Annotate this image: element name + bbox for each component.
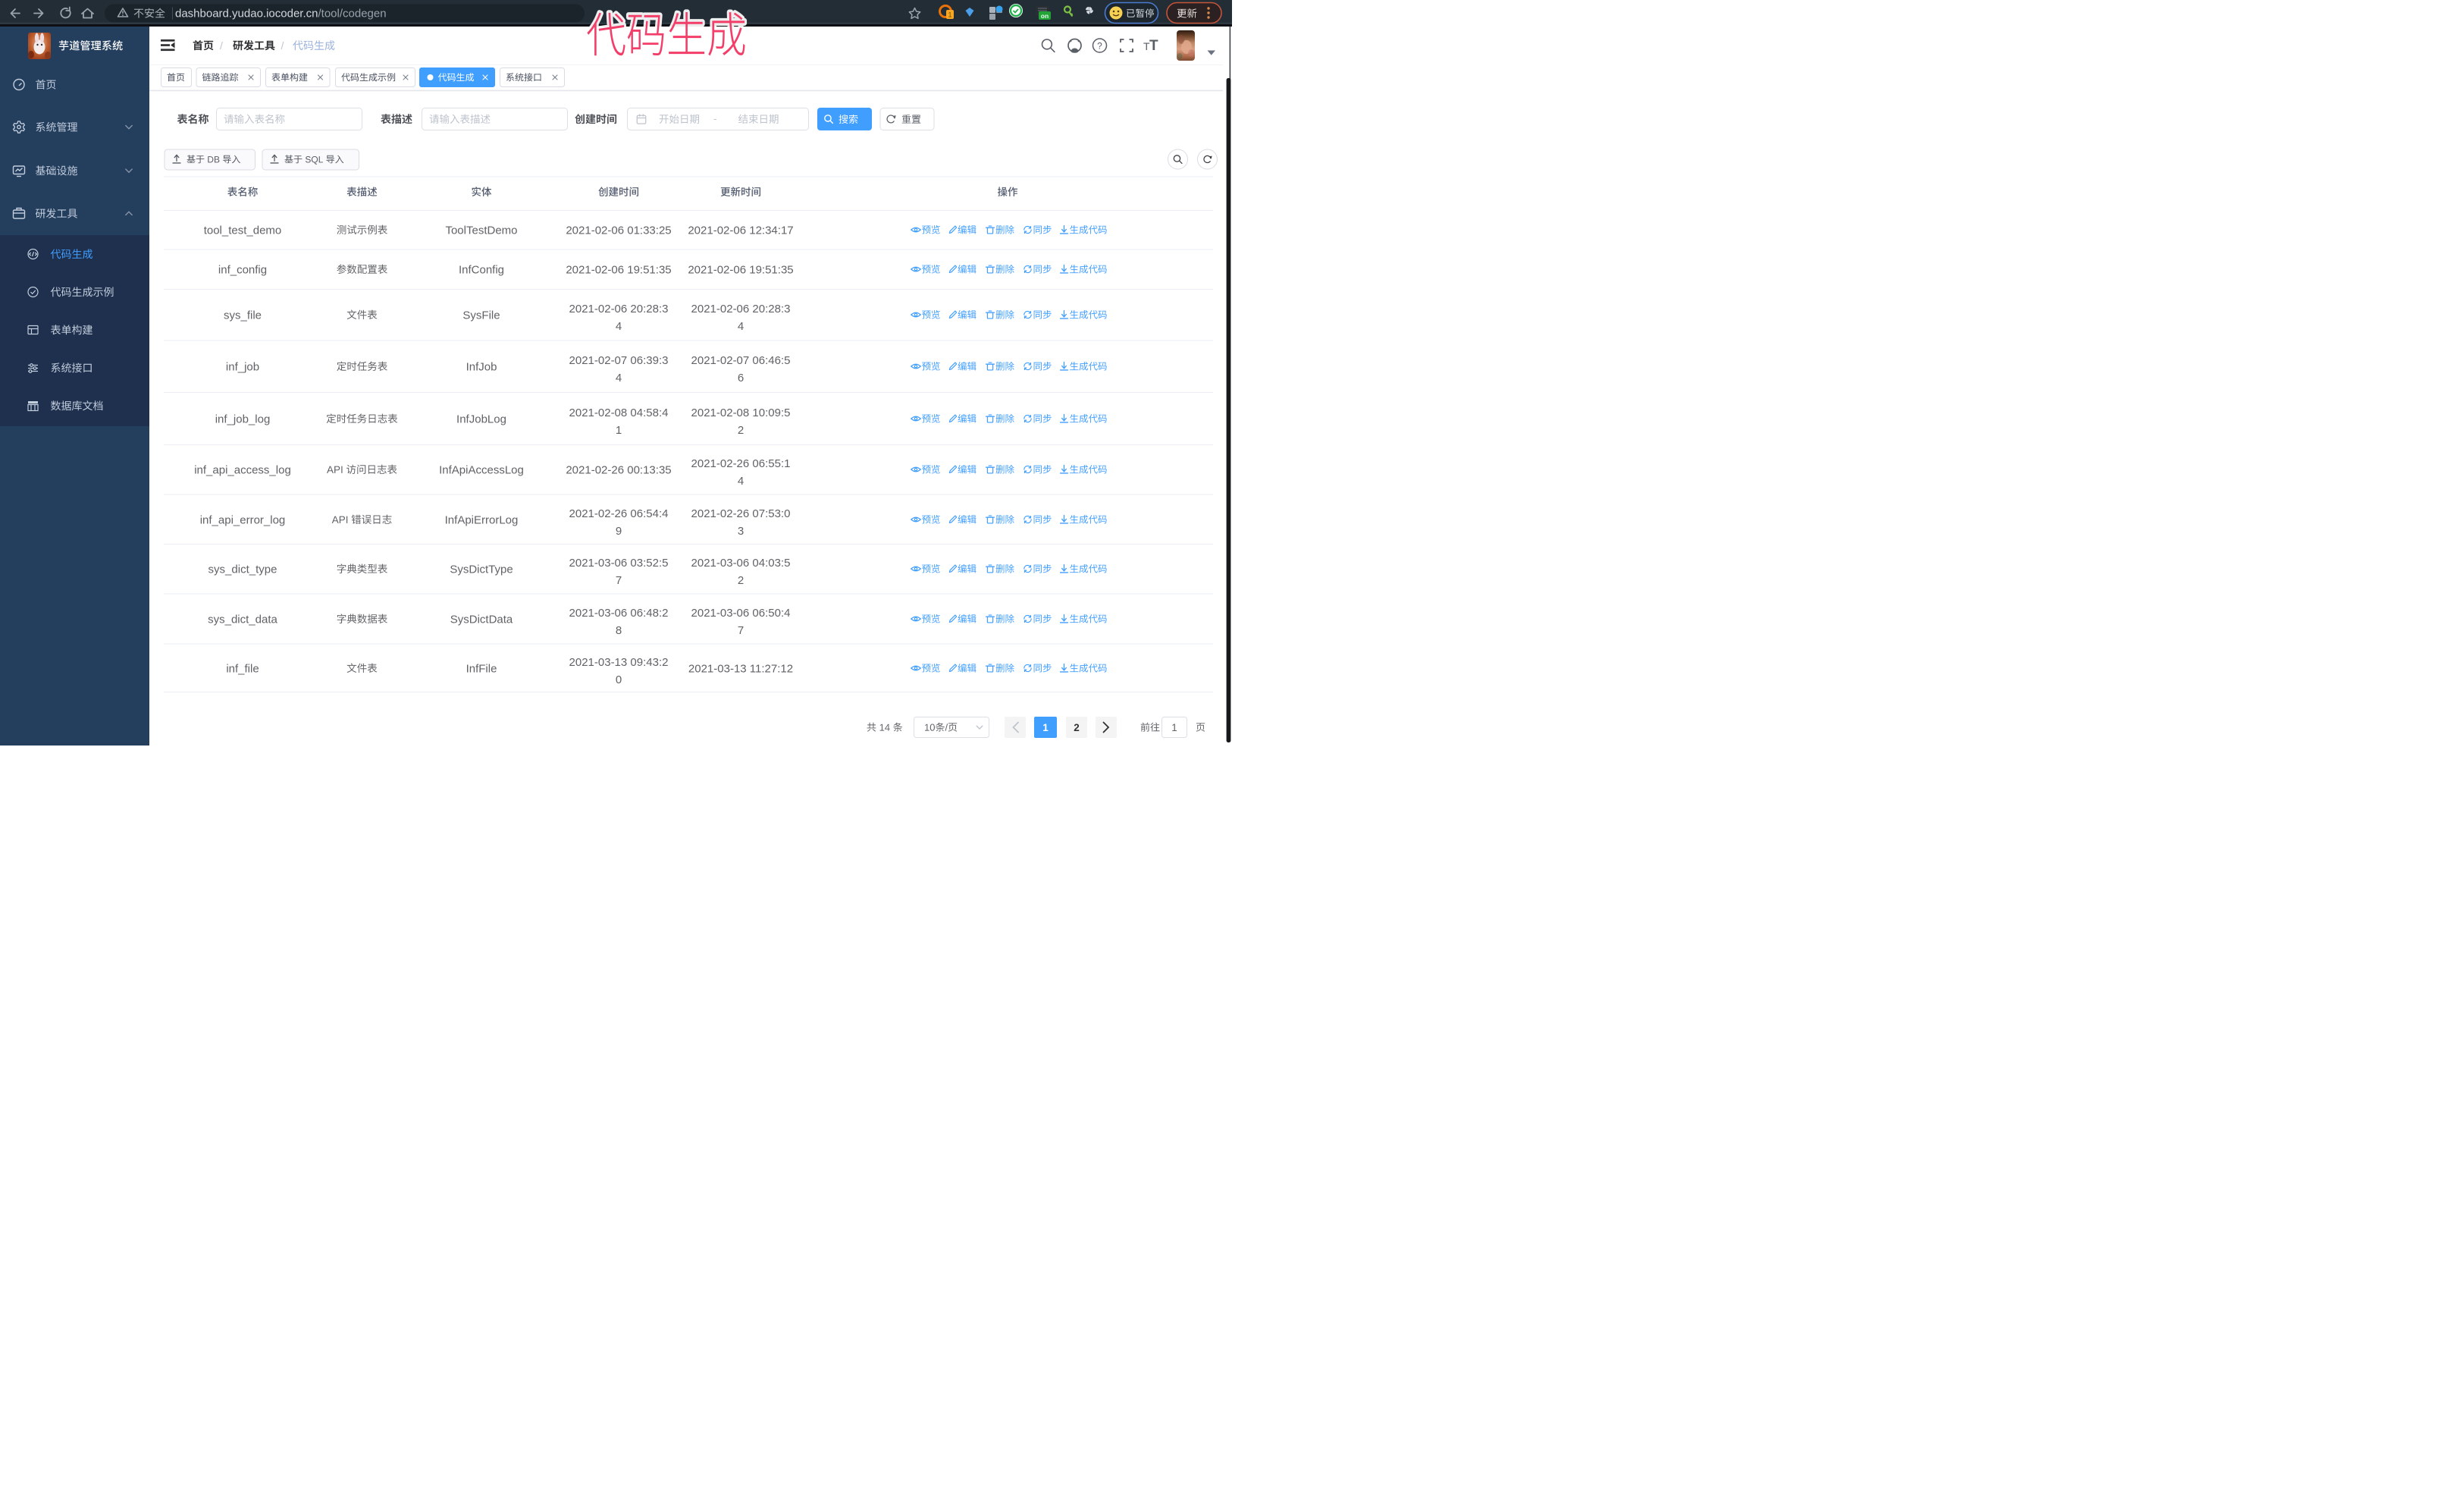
svg-text:2021-03-06 06:50:4: 2021-03-06 06:50:4 (691, 607, 791, 620)
svg-text:7: 7 (616, 574, 622, 587)
svg-text:8: 8 (616, 624, 622, 637)
svg-text:inf_api_error_log: inf_api_error_log (200, 513, 286, 526)
svg-text:inf_config: inf_config (218, 263, 267, 276)
svg-text:/: / (281, 39, 284, 52)
svg-text:T: T (1149, 38, 1158, 54)
svg-text:2021-02-06 19:51:35: 2021-02-06 19:51:35 (566, 263, 671, 276)
svg-text:2021-03-06 06:48:2: 2021-03-06 06:48:2 (569, 607, 669, 620)
svg-text:2021-03-06 04:03:5: 2021-03-06 04:03:5 (691, 557, 791, 570)
svg-text:2021-02-26 06:54:4: 2021-02-26 06:54:4 (569, 507, 669, 520)
svg-text:2021-02-06 01:33:25: 2021-02-06 01:33:25 (566, 224, 671, 237)
svg-text:InfJob: InfJob (466, 360, 497, 373)
svg-text:2021-02-26 07:53:0: 2021-02-26 07:53:0 (691, 507, 791, 520)
svg-text:2021-02-08 04:58:4: 2021-02-08 04:58:4 (569, 406, 669, 419)
svg-text:sys_dict_type: sys_dict_type (208, 563, 277, 576)
svg-text:2021-02-08 10:09:5: 2021-02-08 10:09:5 (691, 406, 791, 419)
svg-text:inf_job_log: inf_job_log (215, 413, 271, 425)
svg-text:0: 0 (616, 673, 622, 686)
svg-text:4: 4 (738, 320, 744, 333)
svg-text:2: 2 (1074, 722, 1080, 733)
svg-text:2021-02-26 00:13:35: 2021-02-26 00:13:35 (566, 463, 671, 476)
svg-text:inf_api_access_log: inf_api_access_log (194, 463, 291, 476)
svg-text:2021-02-07 06:46:5: 2021-02-07 06:46:5 (691, 354, 791, 367)
svg-text:dashboard.yudao.iocoder.cn/too: dashboard.yudao.iocoder.cn/tool/codegen (175, 8, 387, 20)
svg-text:2021-02-06 19:51:35: 2021-02-06 19:51:35 (688, 263, 793, 276)
svg-text:sys_file: sys_file (224, 309, 262, 322)
svg-text:inf_job: inf_job (226, 360, 259, 373)
svg-text:on: on (1041, 12, 1049, 20)
svg-text:1: 1 (948, 11, 951, 19)
svg-text:4: 4 (616, 372, 622, 385)
svg-text:inf_file: inf_file (226, 662, 259, 675)
svg-text:2021-03-06 03:52:5: 2021-03-06 03:52:5 (569, 557, 669, 570)
svg-text:InfConfig: InfConfig (459, 263, 504, 276)
svg-text:1: 1 (616, 424, 622, 437)
svg-text:InfJobLog: InfJobLog (456, 413, 506, 425)
svg-text:2: 2 (738, 424, 744, 437)
svg-text:2021-03-13 09:43:2: 2021-03-13 09:43:2 (569, 656, 669, 669)
svg-text:2021-03-13 11:27:12: 2021-03-13 11:27:12 (688, 662, 793, 675)
svg-text:6: 6 (738, 372, 744, 385)
svg-text:2021-02-07 06:39:3: 2021-02-07 06:39:3 (569, 354, 669, 367)
svg-text:2021-02-06 20:28:3: 2021-02-06 20:28:3 (691, 303, 791, 315)
svg-text:3: 3 (738, 525, 744, 538)
svg-text:9: 9 (616, 525, 622, 538)
svg-text:2021-02-06 12:34:17: 2021-02-06 12:34:17 (688, 224, 793, 237)
svg-text:tool_test_demo: tool_test_demo (204, 224, 282, 237)
svg-text:1: 1 (1171, 722, 1177, 733)
svg-text:4: 4 (616, 320, 622, 333)
svg-text:InfFile: InfFile (466, 662, 497, 675)
svg-text:InfApiErrorLog: InfApiErrorLog (445, 513, 519, 526)
svg-text:2021-02-06 20:28:3: 2021-02-06 20:28:3 (569, 303, 669, 315)
svg-text:2: 2 (738, 574, 744, 587)
svg-text:4: 4 (738, 475, 744, 488)
svg-text:/: / (220, 39, 223, 52)
svg-text:InfApiAccessLog: InfApiAccessLog (439, 463, 524, 476)
svg-text:-: - (713, 113, 716, 124)
svg-text:sys_dict_data: sys_dict_data (208, 613, 277, 626)
svg-text:SysFile: SysFile (462, 309, 500, 322)
svg-text:1: 1 (1042, 722, 1049, 733)
svg-text:7: 7 (738, 624, 744, 637)
svg-text:SysDictType: SysDictType (450, 563, 513, 576)
svg-text:SysDictData: SysDictData (450, 613, 513, 626)
svg-text:2021-02-26 06:55:1: 2021-02-26 06:55:1 (691, 457, 791, 470)
svg-text:?: ? (1097, 41, 1102, 52)
svg-text:ToolTestDemo: ToolTestDemo (445, 224, 517, 237)
